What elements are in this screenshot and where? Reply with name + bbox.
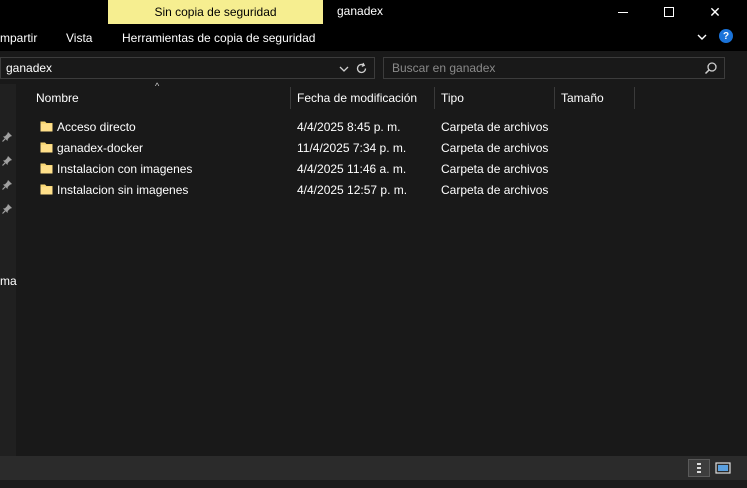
file-name: Instalacion sin imagenes: [57, 183, 189, 197]
chevron-down-icon[interactable]: [339, 65, 349, 73]
file-date: 4/4/2025 8:45 p. m.: [297, 120, 401, 134]
status-bar: [0, 456, 747, 480]
desktop-background: [0, 480, 747, 488]
nav-item-label[interactable]: ma: [0, 274, 17, 288]
folder-icon: [40, 121, 53, 132]
file-date: 4/4/2025 11:46 a. m.: [297, 162, 407, 176]
close-button[interactable]: ✕: [692, 0, 738, 24]
title-bar: Sin copia de seguridad ganadex ✕: [0, 0, 747, 24]
tab-view[interactable]: Vista: [66, 31, 92, 45]
navigation-pane[interactable]: ma: [0, 84, 17, 456]
pin-icon: [2, 180, 12, 190]
table-row[interactable]: Acceso directo 4/4/2025 8:45 p. m. Carpe…: [17, 117, 747, 138]
pin-icon: [2, 204, 12, 214]
file-name: Instalacion con imagenes: [57, 162, 193, 176]
folder-icon: [40, 142, 53, 153]
address-row: ganadex Buscar en ganadex: [0, 51, 747, 84]
tab-share[interactable]: mpartir: [0, 31, 37, 45]
close-icon: ✕: [709, 3, 721, 20]
details-view-icon: [697, 463, 701, 473]
help-icon[interactable]: ?: [719, 29, 733, 43]
column-divider[interactable]: [434, 87, 435, 109]
file-name: Acceso directo: [57, 120, 136, 134]
pin-icon: [2, 132, 12, 142]
contextual-tab-header[interactable]: Sin copia de seguridad: [108, 0, 323, 24]
search-placeholder: Buscar en ganadex: [392, 61, 496, 75]
minimize-icon: [618, 11, 628, 13]
column-divider[interactable]: [634, 87, 635, 109]
maximize-icon: [664, 7, 674, 17]
folder-icon: [40, 163, 53, 174]
file-list[interactable]: ^ Nombre Fecha de modificación Tipo Tama…: [17, 81, 747, 456]
maximize-button[interactable]: [646, 0, 692, 24]
file-type: Carpeta de archivos: [441, 162, 549, 176]
file-type: Carpeta de archivos: [441, 120, 549, 134]
table-row[interactable]: ganadex-docker 11/4/2025 7:34 p. m. Carp…: [17, 138, 747, 159]
file-date: 4/4/2025 12:57 p. m.: [297, 183, 408, 197]
folder-icon: [40, 184, 53, 195]
table-row[interactable]: Instalacion con imagenes 4/4/2025 11:46 …: [17, 159, 747, 180]
column-divider[interactable]: [554, 87, 555, 109]
refresh-icon[interactable]: [355, 62, 368, 75]
file-type: Carpeta de archivos: [441, 183, 549, 197]
sort-ascending-icon: ^: [155, 81, 160, 91]
ribbon-tabs: mpartir Vista Herramientas de copia de s…: [0, 24, 747, 51]
column-header-name[interactable]: Nombre: [36, 91, 79, 105]
column-header-size[interactable]: Tamaño: [561, 91, 604, 105]
address-path: ganadex: [6, 61, 53, 75]
details-view-button[interactable]: [688, 459, 710, 477]
tab-backup-tools[interactable]: Herramientas de copia de seguridad: [122, 31, 315, 45]
file-type: Carpeta de archivos: [441, 141, 549, 155]
table-row[interactable]: Instalacion sin imagenes 4/4/2025 12:57 …: [17, 180, 747, 201]
column-header-date[interactable]: Fecha de modificación: [297, 91, 417, 105]
file-name: ganadex-docker: [57, 141, 144, 155]
large-icons-view-button[interactable]: [712, 459, 734, 477]
chevron-down-icon[interactable]: [697, 33, 707, 41]
search-box[interactable]: Buscar en ganadex: [383, 57, 725, 79]
search-icon[interactable]: [704, 61, 718, 75]
large-icons-view-icon: [715, 462, 731, 474]
window-title: ganadex: [337, 4, 384, 18]
address-bar[interactable]: ganadex: [0, 57, 375, 79]
column-header-type[interactable]: Tipo: [441, 91, 464, 105]
minimize-button[interactable]: [600, 0, 646, 24]
file-date: 11/4/2025 7:34 p. m.: [297, 141, 407, 155]
column-divider[interactable]: [290, 87, 291, 109]
pin-icon: [2, 156, 12, 166]
